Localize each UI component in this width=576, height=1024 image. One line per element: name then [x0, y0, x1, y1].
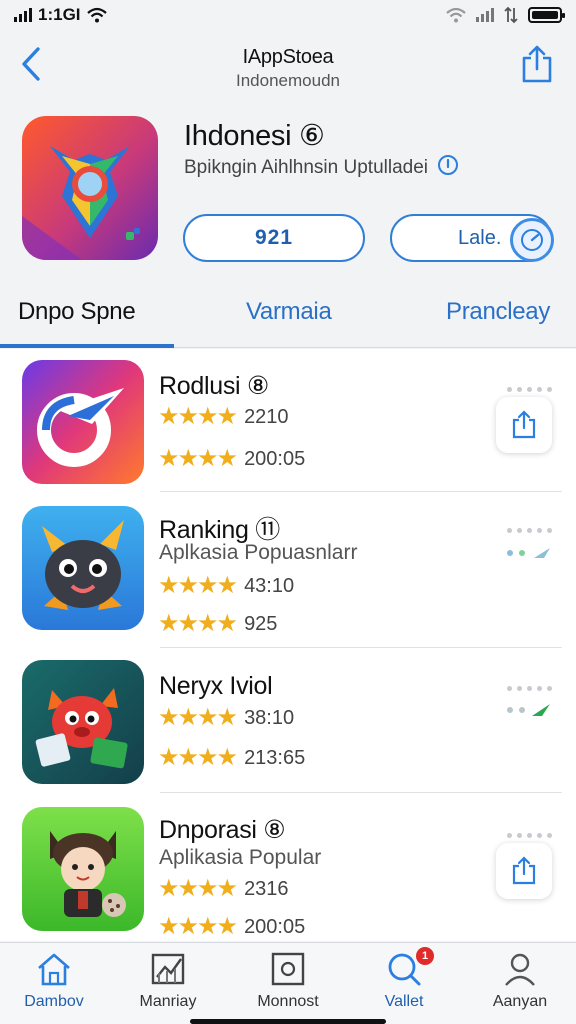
- app-icon[interactable]: [22, 506, 144, 630]
- tabbar-label: Vallet: [384, 993, 424, 1010]
- tab-top[interactable]: Dnpo Spne: [18, 298, 136, 326]
- app-title: Neryx Iviol: [159, 672, 273, 700]
- tab-indicator: [0, 344, 174, 348]
- get-button[interactable]: 921: [183, 214, 365, 262]
- notification-badge: 1: [416, 947, 434, 965]
- search-icon: 1: [354, 947, 454, 989]
- share-button[interactable]: [496, 843, 552, 899]
- star-rating-icon: ★★★★: [158, 445, 238, 472]
- rating-row: ★★★★ 200:05: [158, 447, 305, 471]
- share-button[interactable]: [496, 397, 552, 453]
- tabbar-label: Monnost: [257, 993, 319, 1010]
- rating-value: 925: [244, 612, 278, 635]
- more-dots-icon[interactable]: [507, 528, 552, 533]
- status-time: 1:1GI: [38, 5, 81, 24]
- star-rating-icon: ★★★★: [158, 403, 238, 430]
- share-button[interactable]: [516, 42, 558, 86]
- star-rating-icon: ★★★★: [158, 610, 238, 637]
- star-rating-icon: ★★★★: [158, 572, 238, 599]
- featured-app-icon[interactable]: [22, 116, 158, 260]
- tab-varmaia[interactable]: Varmaia: [246, 298, 332, 326]
- tabbar-label: Manriay: [139, 993, 197, 1010]
- app-subtitle: Aplikasia Popular: [159, 846, 322, 869]
- rating-row: ★★★★ 200:05: [158, 915, 305, 939]
- send-icon[interactable]: [504, 702, 552, 722]
- tabbar-item-chart[interactable]: Manriay: [118, 949, 218, 1011]
- more-dots-icon[interactable]: [507, 833, 552, 838]
- rating-row: ★★★★ 2210: [158, 405, 289, 429]
- page-subtitle: Indonemoudn: [236, 71, 340, 90]
- page-title: IAppStoea: [242, 46, 334, 68]
- list-item[interactable]: Dnporasi ⑧ Aplikasia Popular ★★★★ 2316 ★…: [0, 793, 576, 941]
- frame-icon: [238, 949, 338, 989]
- tab-prancleay[interactable]: Prancleay: [446, 298, 550, 326]
- person-icon: [470, 949, 570, 989]
- list-item[interactable]: Rodlusi ⑧ ★★★★ 2210 ★★★★ 200:05: [0, 349, 576, 492]
- app-icon[interactable]: [22, 360, 144, 484]
- more-dots-icon[interactable]: [507, 387, 552, 392]
- featured-app-name: Ihdonesi ⑥: [184, 120, 325, 152]
- later-label: Lale.: [458, 226, 502, 249]
- tabbar-item-profile[interactable]: Aanyan: [470, 949, 570, 1011]
- status-right: [446, 6, 565, 24]
- category-tabs: Dnpo Spne Varmaia Prancleay: [0, 290, 576, 348]
- battery-icon: [528, 7, 565, 23]
- app-title: Dnporasi ⑧: [159, 816, 286, 844]
- rating-count: 38:10: [244, 706, 295, 729]
- later-button[interactable]: Lale.: [390, 214, 554, 262]
- wifi-icon: [446, 7, 466, 23]
- star-rating-icon: ★★★★: [158, 744, 238, 771]
- home-icon: [4, 949, 104, 989]
- info-icon[interactable]: [437, 154, 459, 176]
- rating-row: ★★★★ 925: [158, 612, 277, 636]
- bottom-tab-bar: Dambov Manriay Monnost 1 Vallet Aanyan: [0, 942, 576, 1024]
- chart-icon: [118, 949, 218, 989]
- share-icon: [522, 45, 552, 83]
- tabbar-item-search[interactable]: 1 Vallet: [354, 947, 454, 1011]
- tabbar-item-home[interactable]: Dambov: [4, 949, 104, 1011]
- status-left: 1:1GI: [14, 5, 107, 25]
- cellular-signal-icon: [14, 8, 32, 22]
- rating-value: 200:05: [244, 915, 306, 938]
- featured-app-description: Bpikngin Aihlhnsin Uptulladei: [184, 154, 459, 179]
- rating-row: ★★★★ 2316: [158, 877, 289, 901]
- navigation-bar: IAppStoea Indonemoudn: [0, 30, 576, 100]
- rating-row: ★★★★ 38:10: [158, 706, 294, 730]
- data-transfer-icon: [504, 6, 518, 24]
- rating-count: 43:10: [244, 574, 295, 597]
- tabbar-item-frame[interactable]: Monnost: [238, 949, 338, 1011]
- list-item[interactable]: Neryx Iviol ★★★★ 38:10 ★★★★ 213:65: [0, 648, 576, 793]
- more-dots-icon[interactable]: [507, 686, 552, 691]
- rating-count: 2316: [244, 877, 289, 900]
- clock-icon: [510, 218, 554, 262]
- rating-value: 213:65: [244, 746, 306, 769]
- list-item[interactable]: Ranking ⑪ Aplkasia Popuasnlarr ★★★★ 43:1…: [0, 492, 576, 648]
- cellular-signal-icon: [476, 8, 494, 22]
- app-list: Rodlusi ⑧ ★★★★ 2210 ★★★★ 200:05 Ranking …: [0, 349, 576, 941]
- app-icon[interactable]: [22, 660, 144, 784]
- star-rating-icon: ★★★★: [158, 704, 238, 731]
- star-rating-icon: ★★★★: [158, 913, 238, 940]
- tabbar-label: Aanyan: [492, 993, 548, 1010]
- app-title: Rodlusi ⑧: [159, 372, 270, 400]
- rating-row: ★★★★ 213:65: [158, 746, 305, 770]
- home-indicator: [190, 1019, 386, 1024]
- share-icon: [512, 410, 536, 439]
- wifi-icon: [86, 7, 107, 23]
- featured-app: Ihdonesi ⑥ Bpikngin Aihlhnsin Uptulladei…: [0, 112, 576, 282]
- rating-value: 200:05: [244, 447, 306, 470]
- app-icon[interactable]: [22, 807, 144, 931]
- send-icon[interactable]: [504, 546, 552, 564]
- rating-row: ★★★★ 43:10: [158, 574, 294, 598]
- status-bar: 1:1GI: [0, 0, 576, 30]
- share-icon: [512, 856, 536, 885]
- tabbar-label: Dambov: [24, 993, 84, 1010]
- star-rating-icon: ★★★★: [158, 875, 238, 902]
- rating-count: 2210: [244, 405, 289, 428]
- app-subtitle: Aplkasia Popuasnlarr: [159, 541, 358, 564]
